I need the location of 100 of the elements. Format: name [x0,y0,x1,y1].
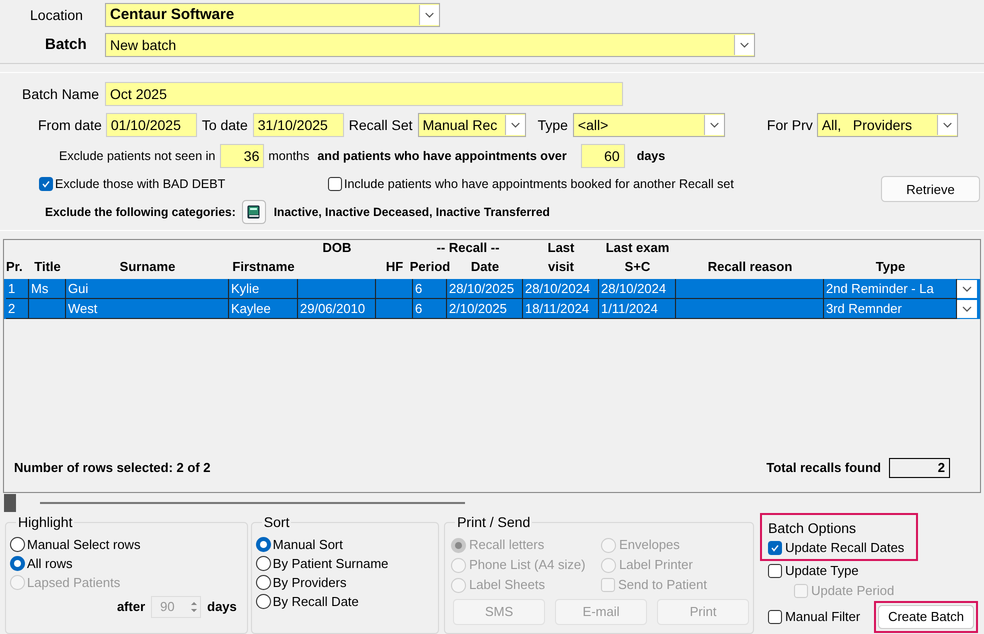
radio-label: By Providers [272,574,346,592]
batch-label: Batch [44,34,88,55]
categories-value: Inactive, Inactive Deceased, Inactive Transferred [272,204,550,221]
table-cell-text: 6 [415,300,422,318]
column-header: visit [548,258,574,276]
appointments-over-label: and patients who have appointments over [316,148,568,165]
dropdown-chevron-icon[interactable] [734,35,754,55]
column-header: DOB [322,239,352,258]
table-cell-text: 28/10/2024 [525,280,590,298]
radio-label: By Recall Date [272,592,359,611]
dropdown-chevron-icon[interactable] [704,115,724,135]
for-prv-dropdown[interactable]: All, Providers [816,113,958,137]
option-label: Phone List (A4 size) [469,556,586,574]
total-recalls-field: 2 [889,458,950,478]
column-header: Pr. [6,258,23,276]
table-cell-text: 18/11/2024 [525,300,590,318]
column-header: Surname [120,258,176,276]
table-cell-text: Kaylee [231,300,271,318]
categories-label: Exclude the following categories: [44,204,237,221]
other-recall-set-label: Include patients who have appointments booked for another Recall set [344,176,734,193]
to-date-field[interactable]: 31/10/2025 [252,113,344,137]
checkbox[interactable] [768,564,782,578]
location-dropdown[interactable]: Centaur Software [105,3,440,27]
scroll-thumb[interactable] [4,494,16,512]
table-cell-text: 2/10/2025 [449,300,507,318]
column-header: S+C [624,258,650,276]
dropdown-value: All, Providers [820,116,914,134]
exclude-not-seen-label: Exclude patients not seen in [58,148,216,165]
column-header: Type [876,258,906,276]
radio-button[interactable] [10,556,25,571]
from-date-field[interactable]: 01/10/2025 [106,113,197,137]
table-cell-text: 3rd Remnder [826,300,902,318]
days-label: days [207,598,237,616]
for-prv-label: For Prv [766,116,814,134]
table-row[interactable]: 1 Ms Gui Kylie 6 28/10/2025 28/10/2024 28/10/2024 2nd Reminder - La [4,278,980,299]
total-recalls-label: Total recalls found [766,459,881,478]
table-row[interactable]: 2 West Kaylee 29/06/2010 6 2/10/2025 18/11/2024 1/11/2024 3rd Remnder [4,298,980,319]
dropdown-chevron-icon[interactable] [419,5,439,25]
type-dropdown[interactable]: <all> [572,113,725,137]
categories-button[interactable] [242,200,266,224]
table-cell-text: West [68,300,98,318]
radio-label: By Patient Surname [272,554,388,573]
after-label: after [116,598,146,616]
bad-debt-label: Exclude those with BAD DEBT [55,176,226,193]
table-cell-text: 28/10/2025 [449,280,514,298]
option-label: Envelopes [619,536,680,554]
checkbox-label: Update Type [785,562,859,580]
type-label: Type [536,116,569,135]
retrieve-button[interactable]: Retrieve [881,176,980,202]
column-header: Title [34,258,61,276]
dropdown-chevron-icon[interactable] [936,115,957,135]
column-header: Firstname [232,258,295,276]
column-header: Recall reason [708,258,792,276]
batch-dropdown[interactable]: New batch [105,33,755,57]
checkbox[interactable] [768,541,782,555]
months-label: months [267,148,310,165]
radio-label: Manual Sort [272,536,343,554]
column-header: Last [548,239,574,258]
radio-label: Lapsed Patients [27,574,120,592]
table-cell-text: 6 [415,280,422,298]
recall-set-dropdown[interactable]: Manual Rec [418,113,526,137]
checkbox[interactable] [39,177,53,192]
table-cell-text: 1 [8,280,16,298]
checkbox[interactable] [768,610,782,624]
dropdown-chevron-icon[interactable] [504,115,525,135]
checkbox[interactable] [328,177,342,192]
option-label: Send to Patient [618,576,707,594]
checkmark-icon [41,179,51,190]
table-cell-text: 28/10/2024 [601,280,666,298]
rows-selected-text: Number of rows selected: 2 of 2 [14,459,210,478]
radio-label: All rows [27,554,73,573]
option-label: Label Sheets [469,576,545,594]
radio-button[interactable] [10,537,25,552]
dropdown-value: <all> [576,116,610,134]
location-label: Location [29,6,84,24]
table-cell-text: Gui [68,280,88,298]
checkbox-label: Manual Filter [785,608,860,626]
batch-name-field[interactable]: Oct 2025 [105,82,624,106]
option-label: Label Printer [619,556,693,574]
days-label: days [636,148,666,165]
dropdown-value: New batch [109,36,178,54]
checkbox-label: Update Period [811,582,894,600]
radio-button[interactable] [256,537,271,552]
column-group-header: -- Recall -- [436,239,500,258]
table-cell-text: Ms [31,280,48,298]
table-cell-text: Kylie [231,280,260,298]
batch-name-label: Batch Name [21,84,100,104]
to-date-label: To date [200,116,249,134]
table-cell-text: 1/11/2024 [601,300,658,318]
radio-button[interactable] [256,575,271,590]
checkmark-icon [770,543,780,553]
radio-button[interactable] [256,556,271,571]
dropdown-value: Centaur Software [109,4,236,25]
days-field[interactable]: 60 [580,144,625,168]
book-icon [246,204,262,220]
table-cell-text: 2 [8,300,16,318]
create-batch-button[interactable]: Create Batch [878,605,974,629]
radio-button[interactable] [256,594,271,609]
months-field[interactable]: 36 [220,144,264,168]
radio-label: Manual Select rows [27,536,140,554]
